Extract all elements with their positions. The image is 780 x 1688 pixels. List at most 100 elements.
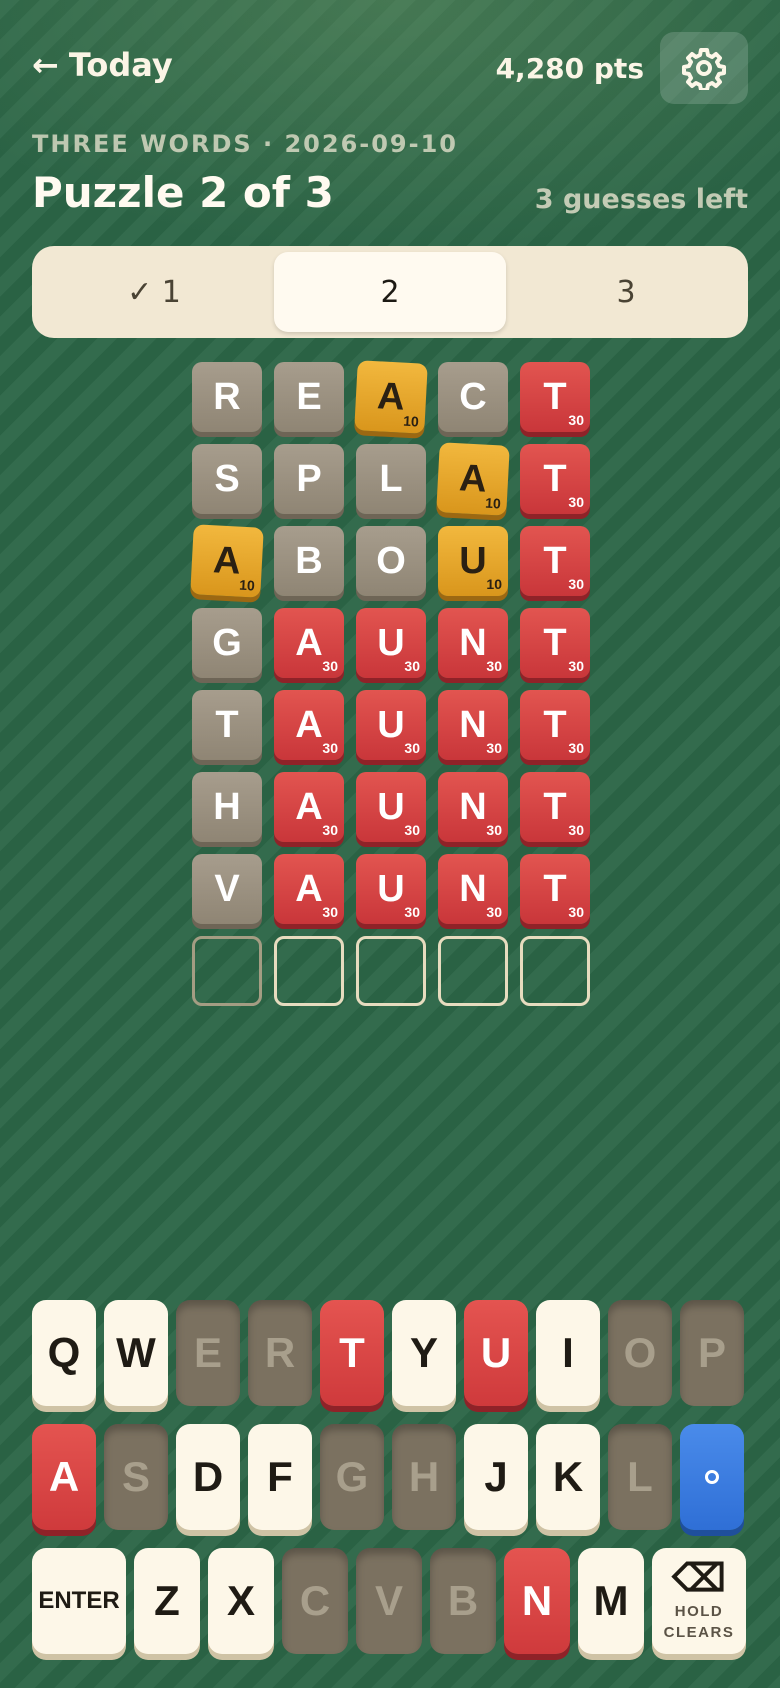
key-i[interactable]: I xyxy=(536,1300,600,1406)
tile-points: 30 xyxy=(486,822,502,838)
key-v[interactable]: V xyxy=(356,1548,422,1654)
back-button[interactable]: ← Today xyxy=(32,46,173,84)
tile-letter: A xyxy=(458,456,488,501)
tile-points: 10 xyxy=(486,576,502,592)
key-label: U xyxy=(480,1329,512,1376)
board-tile: A 10 xyxy=(436,442,510,516)
board-tile: U 10 xyxy=(438,526,508,596)
tile-letter: A xyxy=(212,538,242,583)
tile-points: 30 xyxy=(568,904,584,920)
key-j[interactable]: J xyxy=(464,1424,528,1530)
board-tile: U 30 xyxy=(356,854,426,924)
key-o[interactable]: O xyxy=(608,1300,672,1406)
key-f[interactable]: F xyxy=(248,1424,312,1530)
tile-letter: T xyxy=(215,703,239,746)
board-tile: U 30 xyxy=(356,772,426,842)
key-label: X xyxy=(226,1577,255,1624)
tile-points: 30 xyxy=(568,658,584,674)
tile-letter: T xyxy=(543,457,567,500)
key-label: G xyxy=(335,1453,369,1500)
board-tile-empty xyxy=(192,936,262,1006)
tile-points: 30 xyxy=(404,822,420,838)
board-tile: N 30 xyxy=(438,608,508,678)
tile-points: 30 xyxy=(486,658,502,674)
dot-icon xyxy=(705,1470,719,1484)
key-label: F xyxy=(267,1453,293,1500)
board-tile: T 30 xyxy=(520,690,590,760)
tab-puzzle-3[interactable]: 3 xyxy=(510,252,742,332)
key-label: C xyxy=(299,1577,331,1624)
tile-points: 30 xyxy=(404,904,420,920)
key-label: L xyxy=(627,1453,653,1500)
back-label: Today xyxy=(68,46,173,84)
key-r[interactable]: R xyxy=(248,1300,312,1406)
tab-puzzle-2[interactable]: 2 xyxy=(274,252,506,332)
puzzle-subtitle: THREE WORDS · 2026-09-10 xyxy=(32,130,458,158)
tile-points: 30 xyxy=(568,740,584,756)
key-m[interactable]: M xyxy=(578,1548,644,1654)
special-key[interactable] xyxy=(680,1424,744,1530)
enter-key[interactable]: ENTER xyxy=(32,1548,126,1654)
board-tile-empty xyxy=(274,936,344,1006)
tile-letter: P xyxy=(296,457,322,500)
key-u[interactable]: U xyxy=(464,1300,528,1406)
tile-letter: T xyxy=(543,539,567,582)
key-label: H xyxy=(408,1453,440,1500)
tile-points: 30 xyxy=(486,904,502,920)
tile-points: 10 xyxy=(402,412,420,430)
tile-letter: E xyxy=(296,375,322,418)
key-label: P xyxy=(697,1329,726,1376)
key-g[interactable]: G xyxy=(320,1424,384,1530)
top-bar: ← Today 4,280 pts xyxy=(32,32,748,104)
board-tile: P xyxy=(274,444,344,514)
key-b[interactable]: B xyxy=(430,1548,496,1654)
tile-points: 10 xyxy=(238,576,256,594)
board-tile: O xyxy=(356,526,426,596)
board-tile: T xyxy=(192,690,262,760)
key-y[interactable]: Y xyxy=(392,1300,456,1406)
tile-points: 30 xyxy=(486,740,502,756)
key-x[interactable]: X xyxy=(208,1548,274,1654)
tile-points: 30 xyxy=(568,412,584,428)
key-l[interactable]: L xyxy=(608,1424,672,1530)
board-tile: V xyxy=(192,854,262,924)
gear-icon xyxy=(682,48,726,90)
board-tile: N 30 xyxy=(438,772,508,842)
tile-letter: A xyxy=(376,374,406,419)
backspace-hint-line1: HOLD xyxy=(674,1603,724,1620)
tile-points: 30 xyxy=(568,822,584,838)
key-c[interactable]: C xyxy=(282,1548,348,1654)
key-label: R xyxy=(264,1329,296,1376)
key-label: O xyxy=(623,1329,657,1376)
settings-button[interactable] xyxy=(660,32,748,104)
key-z[interactable]: Z xyxy=(134,1548,200,1654)
board-tile-empty xyxy=(356,936,426,1006)
key-label: J xyxy=(484,1453,508,1500)
tile-letter: U xyxy=(377,703,405,746)
backspace-key[interactable]: ⌫ HOLD CLEARS xyxy=(652,1548,746,1654)
tab-puzzle-1[interactable]: ✓ 1 xyxy=(38,252,270,332)
tile-letter: G xyxy=(212,621,242,664)
key-w[interactable]: W xyxy=(104,1300,168,1406)
board-tile: R xyxy=(192,362,262,432)
key-label: I xyxy=(562,1329,574,1376)
tile-points: 30 xyxy=(322,740,338,756)
key-e[interactable]: E xyxy=(176,1300,240,1406)
tile-letter: L xyxy=(379,457,403,500)
key-n[interactable]: N xyxy=(504,1548,570,1654)
tile-points: 30 xyxy=(568,494,584,510)
key-a[interactable]: A xyxy=(32,1424,96,1530)
key-s[interactable]: S xyxy=(104,1424,168,1530)
key-t[interactable]: T xyxy=(320,1300,384,1406)
key-label: Z xyxy=(154,1577,180,1624)
tile-letter: U xyxy=(377,867,405,910)
key-k[interactable]: K xyxy=(536,1424,600,1530)
tile-points: 30 xyxy=(404,658,420,674)
board-tile: U 30 xyxy=(356,608,426,678)
key-p[interactable]: P xyxy=(680,1300,744,1406)
key-d[interactable]: D xyxy=(176,1424,240,1530)
key-h[interactable]: H xyxy=(392,1424,456,1530)
board-tile: E xyxy=(274,362,344,432)
key-q[interactable]: Q xyxy=(32,1300,96,1406)
board-tile: L xyxy=(356,444,426,514)
